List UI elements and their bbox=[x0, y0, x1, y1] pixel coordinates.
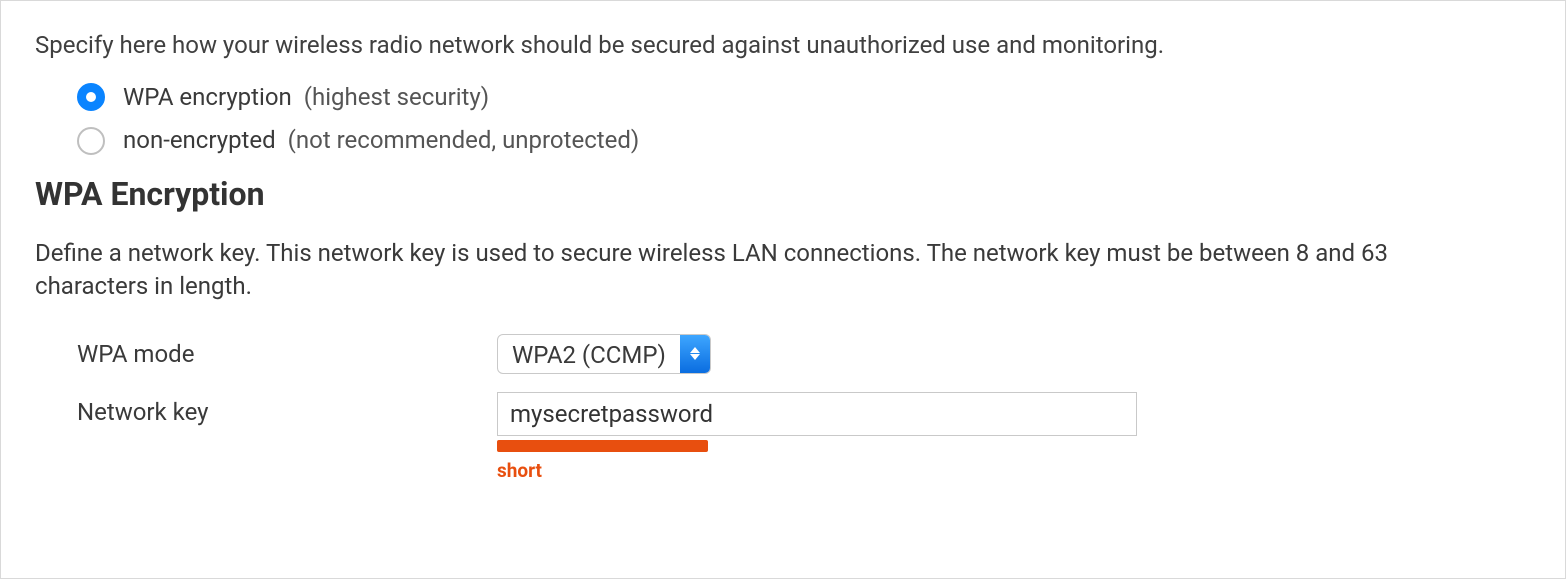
network-key-label: Network key bbox=[77, 392, 497, 430]
wpa-mode-select[interactable]: WPA2 (CCMP) bbox=[497, 334, 711, 374]
intro-text: Specify here how your wireless radio net… bbox=[35, 29, 1531, 63]
network-key-input[interactable] bbox=[497, 392, 1137, 436]
wpa-mode-label: WPA mode bbox=[77, 334, 497, 372]
section-description: Define a network key. This network key i… bbox=[35, 237, 1495, 304]
radio-icon bbox=[77, 83, 105, 111]
section-title: WPA Encryption bbox=[35, 172, 1531, 217]
chevron-up-icon bbox=[690, 347, 700, 353]
radio-label: non-encrypted bbox=[123, 124, 276, 158]
encryption-radio-group: WPA encryption (highest security) non-en… bbox=[35, 81, 1531, 158]
chevron-down-icon bbox=[690, 354, 700, 360]
password-strength-fill bbox=[497, 440, 708, 452]
radio-label: WPA encryption bbox=[123, 81, 292, 115]
wpa-mode-row: WPA mode WPA2 (CCMP) bbox=[35, 334, 1531, 374]
password-strength-label: short bbox=[497, 458, 1137, 485]
radio-wpa-encryption[interactable]: WPA encryption (highest security) bbox=[77, 81, 1531, 115]
radio-hint: (highest security) bbox=[304, 81, 489, 115]
wpa-mode-value: WPA2 (CCMP) bbox=[498, 335, 680, 373]
radio-icon bbox=[77, 127, 105, 155]
radio-hint: (not recommended, unprotected) bbox=[288, 124, 640, 158]
network-key-row: Network key short bbox=[35, 392, 1531, 485]
select-stepper-icon bbox=[680, 335, 710, 373]
radio-non-encrypted[interactable]: non-encrypted (not recommended, unprotec… bbox=[77, 124, 1531, 158]
security-panel: Specify here how your wireless radio net… bbox=[0, 0, 1566, 579]
password-strength-meter bbox=[497, 440, 1137, 452]
